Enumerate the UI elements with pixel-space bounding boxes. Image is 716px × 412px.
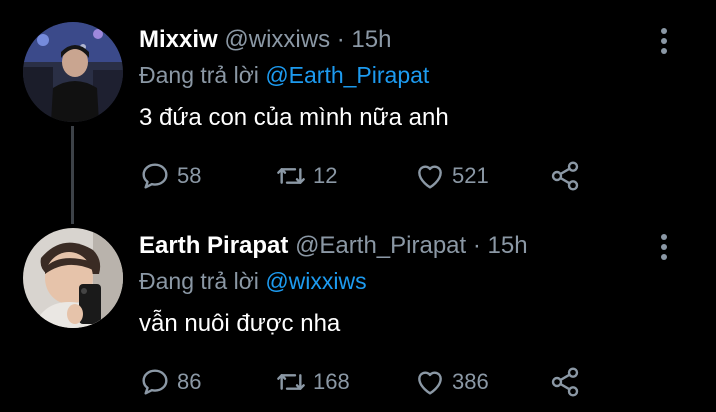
more-options-button[interactable] (654, 28, 674, 58)
replying-to-label: Đang trả lời (139, 268, 266, 294)
like-button[interactable]: 521 (414, 156, 489, 196)
more-options-button[interactable] (654, 234, 674, 264)
retweet-button[interactable]: 12 (275, 156, 337, 196)
heart-icon (418, 165, 442, 189)
more-dot-icon (661, 234, 667, 240)
display-name[interactable]: Mixxiw (139, 26, 218, 53)
like-count: 386 (452, 369, 489, 394)
retweet-count: 168 (313, 369, 350, 394)
replying-to-mention[interactable]: @wixxiws (265, 268, 366, 294)
retweet-count: 12 (313, 163, 338, 188)
share-button[interactable] (549, 362, 581, 402)
tweet-time[interactable]: 15h (488, 232, 528, 259)
avatar[interactable] (23, 228, 123, 328)
reply-count: 86 (177, 369, 202, 394)
replying-to: Đang trả lời @Earth_Pirapat (139, 62, 429, 89)
tweet-header: Earth Pirapat @Earth_Pirapat · 15h (139, 232, 528, 260)
more-dot-icon (661, 48, 667, 54)
tweet-actions: 86 168 386 (139, 362, 599, 402)
tweet-text: 3 đứa con của mình nữa anh (139, 104, 449, 131)
share-button[interactable] (549, 156, 581, 196)
tweet[interactable]: Mixxiw @wixxiws · 15h Đang trả lời @Eart… (0, 0, 716, 224)
user-handle[interactable]: @Earth_Pirapat (295, 232, 466, 259)
more-dot-icon (661, 244, 667, 250)
separator-dot: · (466, 232, 488, 259)
like-count: 521 (452, 163, 489, 188)
reply-button[interactable]: 86 (139, 362, 201, 402)
tweet-actions: 58 12 521 (139, 156, 599, 196)
tweet-time[interactable]: 15h (351, 26, 391, 53)
replying-to: Đang trả lời @wixxiws (139, 268, 367, 295)
retweet-icon (277, 168, 305, 184)
tweet-header: Mixxiw @wixxiws · 15h (139, 26, 391, 54)
more-dot-icon (661, 38, 667, 44)
share-icon (551, 367, 579, 397)
reply-button[interactable]: 58 (139, 156, 201, 196)
heart-icon (418, 371, 442, 395)
tweet[interactable]: Earth Pirapat @Earth_Pirapat · 15h Đang … (0, 206, 716, 412)
more-dot-icon (661, 254, 667, 260)
user-handle[interactable]: @wixxiws (224, 26, 330, 53)
share-icon (551, 161, 579, 191)
reply-count: 58 (177, 163, 202, 188)
separator-dot: · (330, 26, 352, 53)
like-button[interactable]: 386 (414, 362, 489, 402)
tweet-text: vẫn nuôi được nha (139, 310, 341, 337)
reply-icon (142, 163, 168, 189)
avatar[interactable] (23, 22, 123, 122)
replying-to-label: Đang trả lời (139, 62, 266, 88)
display-name[interactable]: Earth Pirapat (139, 232, 288, 259)
more-dot-icon (661, 28, 667, 34)
replying-to-mention[interactable]: @Earth_Pirapat (265, 62, 429, 88)
retweet-button[interactable]: 168 (275, 362, 350, 402)
reply-icon (142, 369, 168, 395)
retweet-icon (277, 374, 305, 390)
